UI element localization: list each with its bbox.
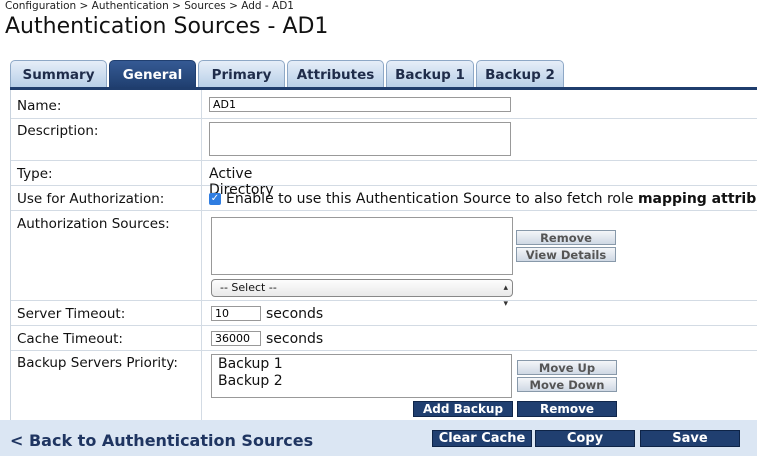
add-backup-button[interactable]: Add Backup xyxy=(413,401,513,417)
use-for-authorization-cell: ✓ Enable to use this Authentication Sour… xyxy=(201,185,757,210)
authorization-sources-select[interactable]: -- Select -- ▴ ▾ xyxy=(211,279,513,309)
footer-bar: < Back to Authentication Sources Clear C… xyxy=(0,420,757,456)
cache-timeout-input[interactable] xyxy=(211,331,261,346)
backup-servers-priority-cell: Backup 1 Backup 2 Move Up Move Down Add … xyxy=(201,350,617,420)
name-input[interactable] xyxy=(209,97,511,112)
server-timeout-input[interactable] xyxy=(211,306,261,321)
cache-timeout-row: Cache Timeout: seconds xyxy=(11,325,757,351)
breadcrumb: Configuration > Authentication > Sources… xyxy=(5,0,294,12)
move-down-button[interactable]: Move Down xyxy=(517,377,617,392)
backup-servers-list[interactable]: Backup 1 Backup 2 xyxy=(211,354,512,398)
view-details-button[interactable]: View Details xyxy=(516,247,616,262)
server-timeout-cell: seconds xyxy=(201,300,323,325)
description-textarea[interactable] xyxy=(209,122,511,156)
name-cell xyxy=(201,90,511,118)
authorization-sources-cell: Remove View Details -- Select -- ▴ ▾ xyxy=(201,210,616,309)
use-for-authorization-label: Use for Authorization: xyxy=(17,191,165,207)
save-button[interactable]: Save xyxy=(640,430,740,447)
backup-list-item[interactable]: Backup 1 xyxy=(218,356,283,372)
server-timeout-label: Server Timeout: xyxy=(17,306,126,322)
cache-timeout-unit: seconds xyxy=(266,331,324,347)
select-value: -- Select -- xyxy=(220,281,277,294)
cache-timeout-cell: seconds xyxy=(201,325,323,350)
type-row: Type: Active Directory xyxy=(11,160,757,198)
authorization-sources-remove-button[interactable]: Remove xyxy=(516,230,616,245)
tab-backup-2[interactable]: Backup 2 xyxy=(476,60,564,87)
clear-cache-button[interactable]: Clear Cache xyxy=(432,430,532,447)
use-for-authorization-text: Enable to use this Authentication Source… xyxy=(226,191,757,207)
page-title: Authentication Sources - AD1 xyxy=(5,14,329,39)
use-for-authorization-row: Use for Authorization: ✓ Enable to use t… xyxy=(11,185,757,211)
use-for-authorization-checkbox[interactable]: ✓ xyxy=(209,193,221,205)
back-to-authentication-sources-link[interactable]: < Back to Authentication Sources xyxy=(10,431,313,450)
backup-servers-priority-row: Backup Servers Priority: Backup 1 Backup… xyxy=(11,350,757,420)
description-cell xyxy=(201,118,511,160)
server-timeout-row: Server Timeout: seconds xyxy=(11,300,757,326)
backup-list-item[interactable]: Backup 2 xyxy=(218,373,283,389)
authorization-sources-row: Authorization Sources: Remove View Detai… xyxy=(11,210,757,309)
type-cell: Active Directory xyxy=(201,160,274,198)
tab-backup-1[interactable]: Backup 1 xyxy=(386,60,474,87)
description-label: Description: xyxy=(17,123,99,139)
backup-remove-button[interactable]: Remove xyxy=(517,401,617,417)
tab-primary[interactable]: Primary xyxy=(198,60,285,87)
description-row: Description: xyxy=(11,118,757,161)
cache-timeout-label: Cache Timeout: xyxy=(17,331,123,347)
type-label: Type: xyxy=(17,166,53,182)
general-form: Name: Description: Type: Active Director… xyxy=(10,90,757,420)
move-up-button[interactable]: Move Up xyxy=(517,360,617,375)
authorization-sources-label: Authorization Sources: xyxy=(17,216,170,232)
authorization-sources-list[interactable] xyxy=(211,217,513,275)
name-row: Name: xyxy=(11,90,757,119)
name-label: Name: xyxy=(17,98,62,114)
tab-general[interactable]: General xyxy=(109,60,196,87)
tab-summary[interactable]: Summary xyxy=(10,60,107,87)
backup-servers-priority-label: Backup Servers Priority: xyxy=(17,355,178,371)
server-timeout-unit: seconds xyxy=(266,306,324,322)
copy-button[interactable]: Copy xyxy=(535,430,635,447)
tab-attributes[interactable]: Attributes xyxy=(287,60,384,87)
